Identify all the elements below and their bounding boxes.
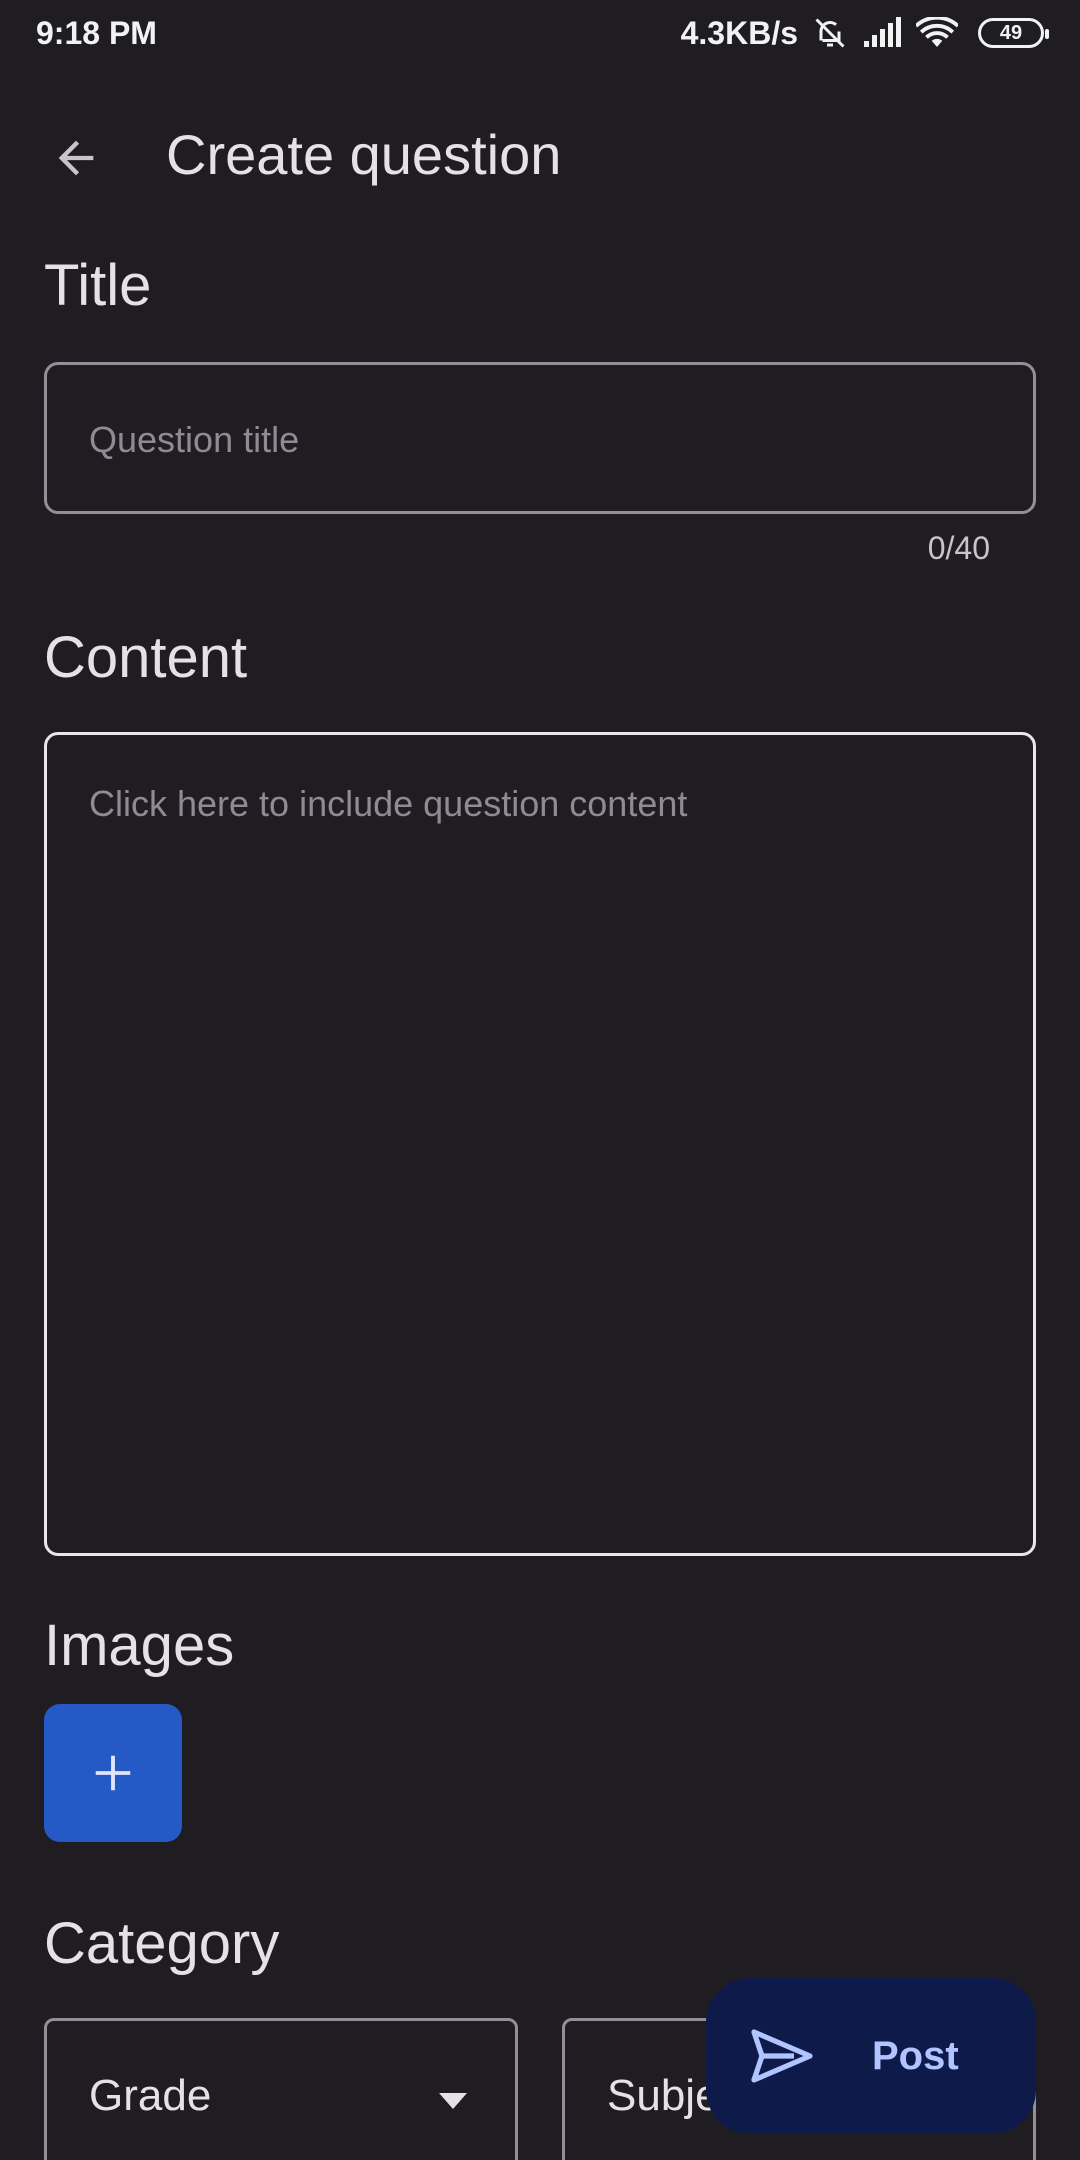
muted-bell-icon — [812, 15, 848, 51]
post-button-label: Post — [872, 2033, 959, 2078]
status-time: 9:18 PM — [36, 14, 157, 51]
status-bar: 9:18 PM 4.3KB/s 49 — [0, 0, 1080, 66]
grade-dropdown[interactable]: Grade — [44, 2018, 518, 2160]
question-content-placeholder: Click here to include question content — [89, 783, 688, 824]
wifi-icon — [916, 17, 958, 49]
send-icon — [751, 2029, 813, 2083]
back-button[interactable] — [36, 118, 116, 198]
create-question-screen: 9:18 PM 4.3KB/s 49 Create question Title… — [0, 0, 1080, 2160]
title-section-label: Title — [44, 253, 152, 318]
grade-dropdown-label: Grade — [89, 2071, 212, 2120]
back-arrow-icon — [58, 140, 94, 176]
add-image-button[interactable] — [44, 1704, 182, 1842]
images-section-label: Images — [44, 1613, 235, 1678]
title-char-counter: 0/40 — [927, 530, 990, 566]
question-title-input[interactable]: Question title — [44, 362, 1036, 514]
dropdown-arrow-icon — [439, 2093, 467, 2109]
battery-level: 49 — [999, 21, 1023, 44]
post-button[interactable]: Post — [706, 1978, 1036, 2134]
question-content-input[interactable]: Click here to include question content — [44, 732, 1036, 1556]
content-section-label: Content — [44, 625, 248, 690]
app-bar: Create question — [0, 100, 1080, 212]
category-section-label: Category — [44, 1911, 280, 1976]
battery-icon: 49 — [978, 18, 1049, 48]
status-icons: 4.3KB/s 49 — [680, 14, 1049, 52]
signal-icon — [862, 17, 902, 49]
net-speed: 4.3KB/s — [680, 14, 798, 51]
plus-icon — [95, 1755, 131, 1791]
page-title: Create question — [166, 123, 562, 186]
question-title-placeholder: Question title — [89, 419, 300, 460]
